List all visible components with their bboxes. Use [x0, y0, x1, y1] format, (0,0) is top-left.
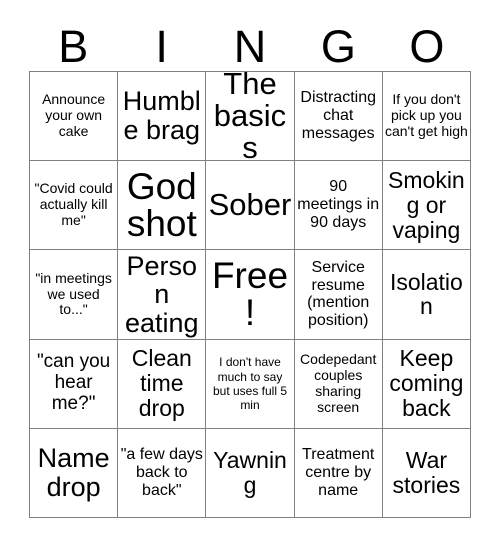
bingo-header-letter-i: I: [155, 21, 168, 72]
bingo-cell[interactable]: "in meetings we used to...": [30, 250, 119, 340]
bingo-cell-label: Person eating: [125, 250, 199, 338]
bingo-cell[interactable]: Name drop: [30, 428, 119, 518]
bingo-free-space-cell[interactable]: Free!: [206, 250, 295, 340]
bingo-cell-label: Isolation: [389, 268, 463, 320]
bingo-cell-label: "Covid could actually kill me": [34, 180, 113, 229]
bingo-cell[interactable]: Codepedant couples sharing screen: [294, 339, 383, 429]
bingo-cell[interactable]: I don't have much to say but uses full 5…: [206, 339, 295, 429]
bingo-cell-label: Name drop: [37, 443, 110, 502]
bingo-cell-label: God shot: [126, 165, 197, 245]
bingo-cell-label: War stories: [392, 447, 461, 498]
bingo-cell[interactable]: "a few days back to back": [118, 428, 207, 518]
bingo-cell-label: Humble brag: [122, 86, 201, 146]
bingo-cell-label: Sober: [208, 187, 292, 223]
bingo-cell[interactable]: "Covid could actually kill me": [30, 161, 119, 251]
bingo-cell[interactable]: Announce your own cake: [30, 72, 119, 162]
bingo-cell-label: 90 meetings in 90 days: [297, 178, 380, 232]
bingo-cell-label: If you don't pick up you can't get high: [384, 91, 468, 140]
bingo-cell-label: Announce your own cake: [42, 91, 106, 140]
bingo-cell-label: Service resume (mention position): [307, 258, 370, 330]
bingo-cell[interactable]: 90 meetings in 90 days: [294, 161, 383, 251]
bingo-cell[interactable]: Service resume (mention position): [294, 250, 383, 340]
bingo-cell-label: I don't have much to say but uses full 5…: [212, 355, 288, 412]
bingo-cell-label: Treatment centre by name: [302, 446, 375, 499]
bingo-cell[interactable]: Clean time drop: [118, 339, 207, 429]
bingo-cell[interactable]: Sober: [206, 161, 295, 251]
bingo-header-letter-b: B: [58, 21, 89, 72]
bingo-cell[interactable]: Smoking or vaping: [382, 161, 471, 251]
bingo-cell-label: "can you hear me?": [36, 351, 111, 415]
bingo-cell-label: "in meetings we used to...": [35, 269, 112, 318]
bingo-cell-label: Free!: [211, 254, 289, 334]
bingo-header-row: B I N G O: [29, 16, 471, 71]
bingo-cell-label: Smoking or vaping: [388, 167, 465, 243]
bingo-cell-label: Clean time drop: [131, 345, 192, 422]
bingo-cell[interactable]: Person eating: [118, 250, 207, 340]
bingo-cell[interactable]: Treatment centre by name: [294, 428, 383, 518]
bingo-cell[interactable]: God shot: [118, 161, 207, 251]
bingo-header-letter-g: G: [320, 21, 356, 72]
bingo-cell-label: Yawning: [213, 447, 287, 498]
bingo-cell[interactable]: Distracting chat messages: [294, 72, 383, 162]
bingo-cell-label: Distracting chat messages: [300, 89, 376, 143]
bingo-cell-label: Codepedant couples sharing screen: [300, 350, 377, 415]
bingo-cell[interactable]: Keep coming back: [382, 339, 471, 429]
bingo-header-letter-n: N: [233, 21, 267, 72]
bingo-cell-label: The basics: [213, 72, 287, 162]
bingo-cell[interactable]: War stories: [382, 428, 471, 518]
bingo-cell-label: Keep coming back: [389, 345, 464, 422]
bingo-cell[interactable]: Isolation: [382, 250, 471, 340]
bingo-header-letter-o: O: [409, 21, 445, 72]
bingo-cell[interactable]: "can you hear me?": [30, 339, 119, 429]
bingo-cell[interactable]: Humble brag: [118, 72, 207, 162]
bingo-cell-label: "a few days back to back": [120, 446, 203, 499]
bingo-card: B I N G O Announce your own cake Humble b…: [0, 0, 500, 544]
bingo-grid: Announce your own cake Humble brag The bas…: [29, 71, 471, 518]
bingo-cell[interactable]: The basics: [206, 72, 295, 162]
bingo-cell[interactable]: If you don't pick up you can't get high: [382, 72, 471, 162]
bingo-cell[interactable]: Yawning: [206, 428, 295, 518]
